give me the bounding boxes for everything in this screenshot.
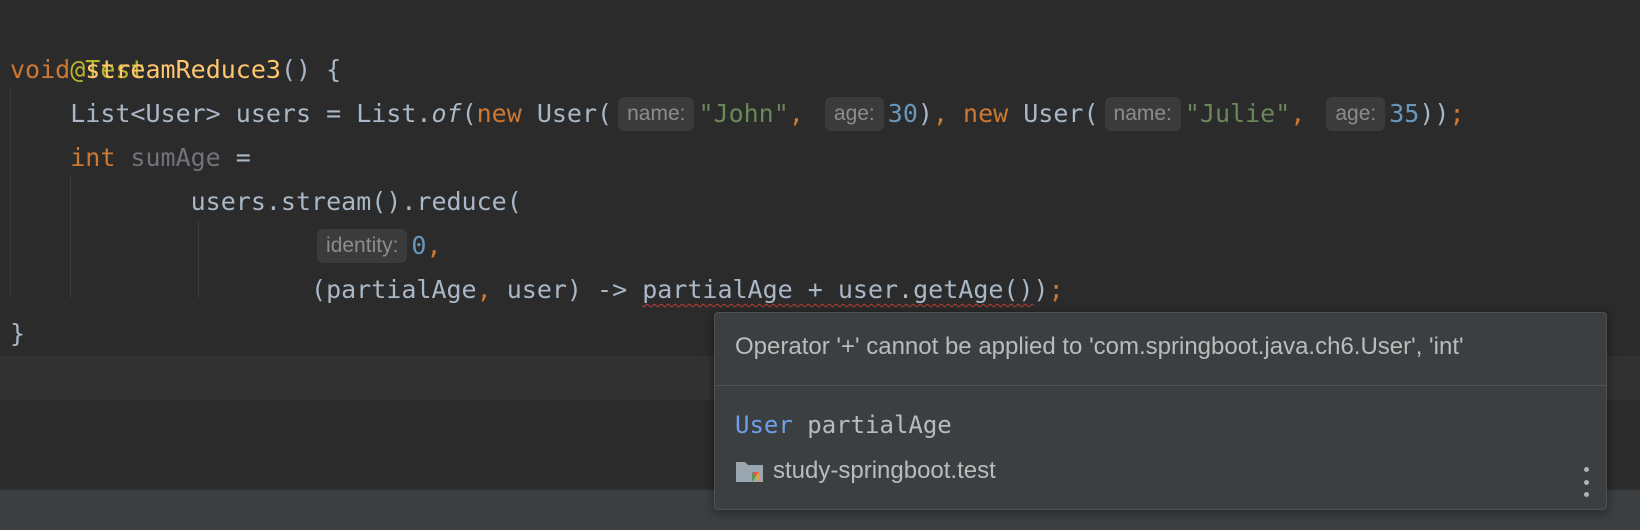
comma: ,: [426, 231, 442, 260]
string-literal: "John": [698, 99, 789, 128]
number-literal: 30: [887, 99, 918, 128]
code-line-6[interactable]: identity: 0,: [10, 224, 442, 268]
method-name: streamReduce3: [85, 55, 281, 84]
code-token: User(: [1008, 99, 1099, 128]
more-vertical-icon[interactable]: [1578, 467, 1594, 497]
code-line-3[interactable]: List<User> users = List.of(new User(name…: [10, 92, 1465, 136]
string-literal: "Julie": [1184, 99, 1291, 128]
code-token: User(: [521, 99, 613, 128]
code-token: (: [461, 99, 477, 128]
new-keyword: new: [476, 99, 522, 128]
code-line-8[interactable]: }: [10, 312, 25, 356]
code-line-4[interactable]: int sumAge =: [10, 136, 251, 180]
code-token: List<User> users = List.: [70, 99, 432, 128]
code-editor[interactable]: @Test void streamReduce3() { List<User> …: [0, 0, 1640, 530]
comma: ,: [1290, 99, 1321, 128]
declaration-type[interactable]: User: [735, 411, 793, 439]
void-keyword: void: [10, 55, 71, 84]
error-tooltip-popup[interactable]: Operator '+' cannot be applied to 'com.s…: [714, 312, 1607, 510]
number-literal: 0: [411, 231, 427, 260]
code-token: )): [1419, 99, 1450, 128]
semicolon: ;: [1449, 99, 1465, 128]
new-keyword: new: [963, 99, 1009, 128]
code-token: ): [917, 99, 933, 128]
error-expression[interactable]: partialAge + user.getAge(): [642, 275, 1033, 304]
more-dot: [1583, 479, 1589, 485]
code-line-1[interactable]: @Test: [10, 4, 145, 84]
method-signature-rest: () {: [280, 55, 342, 84]
declaration-name: partialAge: [792, 411, 952, 439]
popup-divider: [715, 385, 1606, 386]
parameter-hint-name: name:: [618, 97, 695, 131]
code-token: user) ->: [506, 275, 643, 304]
more-dot: [1583, 467, 1589, 472]
parameter-hint-age: age:: [1326, 97, 1386, 131]
unused-variable: sumAge: [115, 143, 221, 172]
comma: ,: [932, 99, 964, 128]
code-line-7[interactable]: (partialAge, user) -> partialAge + user.…: [10, 268, 1064, 312]
comma: ,: [788, 99, 819, 128]
code-token: users.stream().reduce(: [190, 187, 522, 216]
parameter-hint-age: age:: [824, 97, 884, 131]
module-info: study-springboot.test: [735, 457, 996, 485]
declaration-info: User partialAge: [735, 411, 952, 439]
module-name: study-springboot.test: [773, 457, 996, 484]
code-line-5[interactable]: users.stream().reduce(: [10, 180, 522, 224]
comma: ,: [476, 275, 507, 304]
of-method: of: [431, 99, 462, 128]
code-token: (partialAge: [311, 275, 477, 304]
parameter-hint-name: name:: [1104, 97, 1181, 131]
code-token: ): [1033, 275, 1049, 304]
semicolon: ;: [1048, 275, 1064, 304]
module-folder-icon: [736, 462, 763, 482]
more-dot: [1583, 492, 1589, 497]
code-token: =: [220, 143, 251, 172]
error-message: Operator '+' cannot be applied to 'com.s…: [735, 333, 1464, 360]
number-literal: 35: [1389, 99, 1420, 128]
closing-brace: }: [10, 319, 26, 348]
parameter-hint-identity: identity:: [317, 229, 408, 263]
code-line-2[interactable]: void streamReduce3() {: [10, 48, 341, 92]
int-keyword: int: [70, 143, 116, 172]
